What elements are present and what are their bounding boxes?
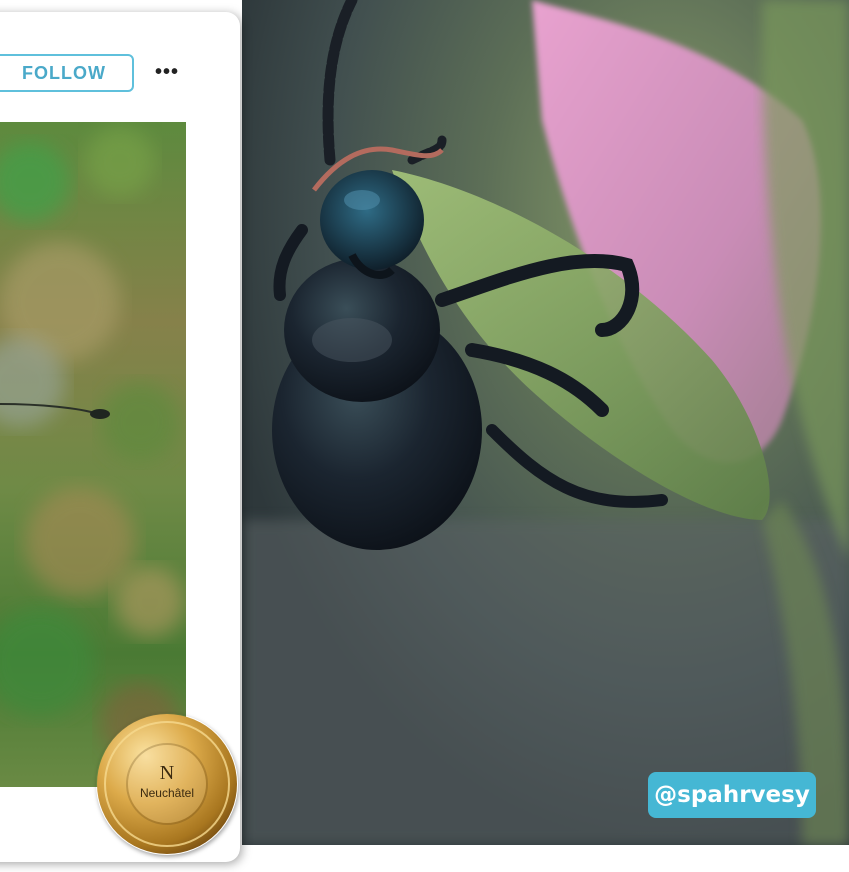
handle-tag: @spahrvesy [648, 772, 816, 818]
post-photo-illustration [0, 122, 186, 787]
more-dots-icon[interactable]: ••• [150, 60, 184, 84]
badge-logo-text: Neuchâtel [140, 786, 194, 800]
neuchatel-logo-icon: N Neuchâtel [97, 714, 237, 854]
badge-logo-mark: N [160, 762, 174, 784]
post-photo [0, 122, 186, 787]
post-composite: FOLLOW ••• N Neuchâtel @spahrvesy [0, 0, 849, 872]
neuchatel-badge: N Neuchâtel [96, 713, 238, 855]
follow-button[interactable]: FOLLOW [0, 54, 134, 92]
handle-text: @spahrvesy [654, 782, 810, 808]
beetle-photo [242, 0, 849, 845]
beetle-illustration [242, 0, 849, 845]
